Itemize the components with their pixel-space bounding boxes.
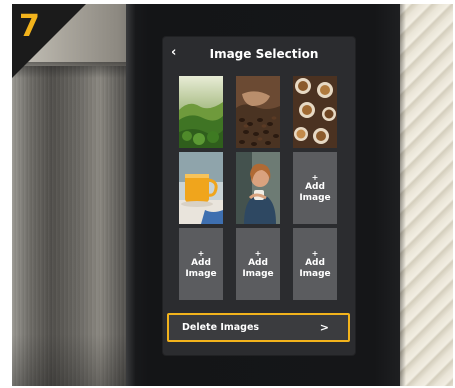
cream-cabinet-panel bbox=[400, 4, 453, 386]
image-tile-yellow-mug[interactable] bbox=[179, 152, 223, 224]
add-label: Add bbox=[191, 257, 211, 268]
panel-edge bbox=[126, 4, 135, 386]
touch-screen: ‹ Image Selection + Add Image + Add Imag… bbox=[163, 37, 355, 355]
image-label: Image bbox=[242, 268, 274, 279]
add-image-tile[interactable]: + Add Image bbox=[236, 228, 280, 300]
add-label: Add bbox=[305, 257, 325, 268]
image-grid: + Add Image + Add Image + Add Image + Ad… bbox=[179, 76, 337, 306]
plus-icon: + bbox=[311, 172, 319, 182]
door-lower-shadow bbox=[12, 334, 144, 386]
add-image-tile[interactable]: + Add Image bbox=[179, 228, 223, 300]
delete-images-label: Delete Images bbox=[182, 322, 260, 333]
image-tile-coffee-beans[interactable] bbox=[236, 76, 280, 148]
delete-images-button[interactable]: Delete Images > bbox=[167, 313, 350, 342]
coffee-beans-image bbox=[236, 76, 280, 148]
image-tile-woman-coffee[interactable] bbox=[236, 152, 280, 224]
chevron-right-icon: > bbox=[319, 321, 329, 334]
image-label: Image bbox=[299, 268, 331, 279]
add-image-tile[interactable]: + Add Image bbox=[293, 228, 337, 300]
mountains-image bbox=[179, 76, 223, 148]
image-label: Image bbox=[299, 192, 331, 203]
plus-icon: + bbox=[311, 248, 319, 258]
yellow-mug-image bbox=[179, 152, 223, 224]
image-tile-mountains[interactable] bbox=[179, 76, 223, 148]
screen-header: ‹ Image Selection bbox=[163, 37, 355, 71]
image-tile-coffee-cups[interactable] bbox=[293, 76, 337, 148]
step-number: 7 bbox=[19, 9, 40, 44]
plus-icon: + bbox=[197, 248, 205, 258]
add-label: Add bbox=[248, 257, 268, 268]
add-image-tile[interactable]: + Add Image bbox=[293, 152, 337, 224]
coffee-cups-image bbox=[293, 76, 337, 148]
page-title: Image Selection bbox=[209, 47, 319, 61]
woman-coffee-image bbox=[236, 152, 280, 224]
add-label: Add bbox=[305, 181, 325, 192]
cabinet-shadow bbox=[400, 4, 406, 386]
chevron-left-icon[interactable]: ‹ bbox=[171, 46, 183, 60]
image-label: Image bbox=[185, 268, 217, 279]
plus-icon: + bbox=[254, 248, 262, 258]
